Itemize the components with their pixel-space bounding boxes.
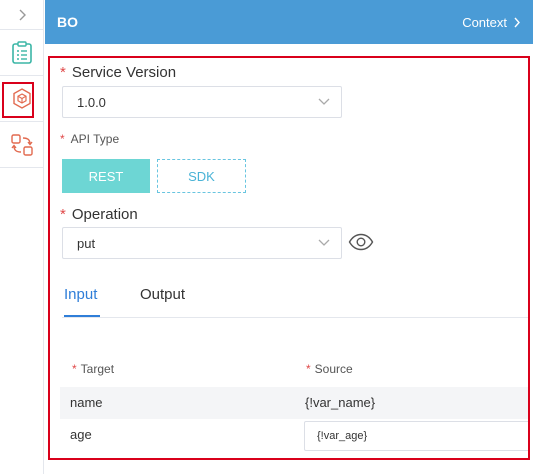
service-version-select[interactable]: 1.0.0 [62, 86, 342, 118]
required-marker: * [60, 206, 66, 223]
context-link[interactable]: Context [462, 15, 521, 30]
header-bar: BO Context [45, 0, 533, 44]
left-rail [0, 0, 44, 474]
selection-highlight [2, 82, 34, 118]
chevron-down-icon [318, 239, 330, 246]
required-marker: * [60, 132, 65, 146]
rest-option[interactable]: REST [62, 159, 150, 193]
table-row: age {!var_age} [60, 419, 528, 451]
eye-icon[interactable] [348, 233, 374, 251]
column-header-source: * Source [306, 362, 353, 376]
bo-config-panel: * Service Version 1.0.0 * API Type REST SD… [48, 56, 530, 460]
api-type-label: * API Type [60, 132, 120, 146]
row-target: name [70, 395, 103, 410]
column-header-target: * Target [72, 362, 115, 376]
expand-rail-button[interactable] [0, 0, 43, 30]
service-version-label: * Service Version [60, 64, 177, 81]
required-marker: * [72, 362, 77, 376]
operation-label: * Operation [60, 206, 138, 223]
sdk-option[interactable]: SDK [157, 159, 246, 193]
required-marker: * [60, 64, 66, 81]
convert-icon [10, 133, 33, 156]
chevron-right-icon [514, 17, 520, 27]
chevron-right-icon [19, 9, 26, 20]
operation-select[interactable]: put [62, 227, 342, 259]
table-row: name {!var_name} [60, 387, 528, 419]
mapping-table-header: * Target * Source [60, 354, 528, 380]
io-tabs: Input Output [62, 278, 528, 318]
rail-item-bo[interactable] [0, 76, 43, 122]
chevron-down-icon [318, 98, 330, 105]
required-marker: * [306, 362, 311, 376]
tab-input[interactable]: Input [64, 286, 97, 303]
row-source[interactable]: {!var_name} [305, 395, 375, 410]
tab-output[interactable]: Output [140, 286, 185, 303]
row-target: age [70, 427, 92, 442]
service-version-value: 1.0.0 [77, 94, 106, 110]
rail-item-convert[interactable] [0, 122, 43, 168]
active-tab-indicator [64, 315, 100, 317]
context-label: Context [462, 14, 507, 30]
page-title: BO [57, 14, 78, 30]
operation-value: put [77, 235, 96, 251]
rail-item-list[interactable] [0, 30, 43, 76]
list-icon [11, 40, 32, 64]
source-input[interactable]: {!var_age} [304, 421, 528, 451]
